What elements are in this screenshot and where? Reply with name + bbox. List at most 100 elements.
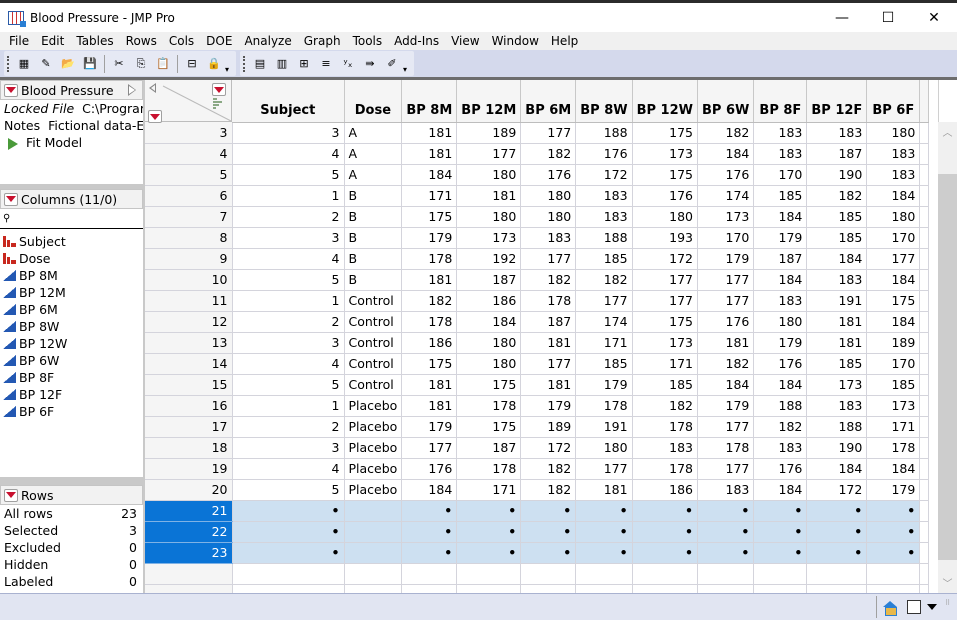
table-cell[interactable]: 185 [753,185,808,207]
table-cell[interactable]: 178 [632,458,699,480]
table-cell[interactable]: 184 [866,185,921,207]
menu-graph[interactable]: Graph [298,32,347,50]
column-list-item[interactable]: BP 12M [0,284,143,301]
table-cell[interactable]: 182 [520,458,577,480]
table-cell[interactable]: • [697,500,755,522]
table-cell[interactable]: 183 [806,269,868,291]
column-header[interactable]: BP 8F [753,80,808,123]
table-cell[interactable]: 178 [401,248,458,270]
menu-cols[interactable]: Cols [163,32,200,50]
row-number[interactable]: 17 [145,416,233,438]
table-cell[interactable]: 180 [866,206,921,228]
table-cell[interactable]: 181 [806,332,868,354]
table-cell[interactable]: 185 [575,353,633,375]
table-cell[interactable]: 2 [232,206,345,228]
scroll-down-icon[interactable]: ﹀ [938,575,957,591]
table-cell[interactable]: 177 [632,290,699,312]
table-cell[interactable]: • [806,542,868,564]
table-cell[interactable]: 175 [632,122,699,144]
table-cell[interactable]: 180 [575,437,633,459]
table-cell[interactable]: 183 [806,395,868,417]
table-cell[interactable]: • [520,521,577,543]
table-cell[interactable]: 192 [456,248,522,270]
table-row[interactable]: 6 1 B 171 181 180 183 176 174 185 182 184 [145,185,930,207]
table-cell[interactable]: 178 [575,395,633,417]
table-cell[interactable]: 177 [866,248,921,270]
table-row[interactable]: 15 5 Control 181 175 181 179 185 184 184 173 185 [145,374,930,396]
red-triangle-menu-icon[interactable] [4,192,18,206]
table-cell[interactable]: • [401,542,458,564]
close-button[interactable]: ✕ [911,3,957,32]
scroll-up-icon[interactable]: ︿ [938,124,957,140]
table-cell[interactable]: 178 [401,311,458,333]
table-cell[interactable]: 3 [232,227,345,249]
table-row[interactable]: 8 3 B 179 173 183 188 193 170 179 185 170 [145,227,930,249]
table-cell[interactable]: 189 [456,122,522,144]
toolbar-grip[interactable] [7,55,10,72]
menu-file[interactable]: File [3,32,35,50]
table-cell[interactable]: A [344,164,403,186]
table-cell[interactable]: 179 [520,395,577,417]
table-cell[interactable]: 182 [632,395,699,417]
column-stats-icon[interactable] [213,98,223,110]
table-cell[interactable]: 185 [806,227,868,249]
menu-help[interactable]: Help [545,32,584,50]
table-row[interactable]: 5 5 A 184 180 176 172 175 176 170 190 183 [145,164,930,186]
column-header[interactable]: BP 12M [456,80,522,123]
calculator-icon[interactable]: ▥ [273,55,291,73]
table-cell[interactable]: 184 [401,164,458,186]
table-cell[interactable]: 182 [806,185,868,207]
table-cell[interactable]: 183 [866,164,921,186]
table-cell[interactable]: 184 [456,311,522,333]
table-cell[interactable]: 182 [520,479,577,501]
toolbar-overflow-icon[interactable]: ▾ [225,65,233,74]
column-header[interactable]: BP 6W [697,80,755,123]
table-row[interactable]: 13 3 Control 186 180 181 171 173 181 179 181 189 [145,332,930,354]
table-cell[interactable]: 171 [456,479,522,501]
table-cell[interactable]: Placebo [344,395,403,417]
table-cell[interactable]: 189 [866,332,921,354]
table-cell[interactable]: 184 [866,458,921,480]
column-list-item[interactable]: BP 6M [0,301,143,318]
paste-icon[interactable]: 📋 [154,55,172,73]
table-cell[interactable]: 185 [866,374,921,396]
table-row[interactable]: 20 5 Placebo 184 171 182 181 186 183 184 172 179 [145,479,930,501]
table-row[interactable]: 17 2 Placebo 179 175 189 191 178 177 182 188 171 [145,416,930,438]
table-cell[interactable]: • [520,500,577,522]
stepper-icon[interactable]: ⊟ [183,55,201,73]
table-cell[interactable]: • [753,542,808,564]
table-cell[interactable]: • [632,542,699,564]
table-cell[interactable]: 182 [520,143,577,165]
table-cell[interactable]: 182 [575,269,633,291]
column-header[interactable]: BP 12W [632,80,699,123]
table-cell[interactable]: 184 [753,269,808,291]
table-cell[interactable]: 187 [456,437,522,459]
table-cell[interactable]: 175 [456,374,522,396]
table-cell[interactable]: 176 [753,353,808,375]
table-row[interactable]: 3 3 A 181 189 177 188 175 182 183 183 180 [145,122,930,144]
table-cell[interactable]: 183 [697,479,755,501]
table-cell[interactable]: 181 [520,374,577,396]
table-cell[interactable]: Placebo [344,479,403,501]
table-cell[interactable]: 183 [753,143,808,165]
table-cell[interactable]: 183 [866,143,921,165]
table-cell[interactable]: 184 [806,248,868,270]
table-cell[interactable]: 183 [575,206,633,228]
table-cell[interactable]: 180 [866,122,921,144]
table-cell[interactable]: 181 [520,332,577,354]
table-cell[interactable]: 183 [575,185,633,207]
resize-grip-icon[interactable]: ⠿ [945,600,957,613]
table-row[interactable]: 21 • • • • • • • • • • [145,500,930,522]
table-cell[interactable]: 173 [697,206,755,228]
columns-red-triangle-icon[interactable] [212,83,226,96]
table-cell[interactable]: 176 [697,311,755,333]
table-cell[interactable]: 179 [401,416,458,438]
table-cell[interactable]: Control [344,290,403,312]
table-row[interactable]: 4 4 A 181 177 182 176 173 184 183 187 183 [145,143,930,165]
table-cell[interactable]: 175 [866,290,921,312]
table-cell[interactable]: • [806,521,868,543]
menu-add-ins[interactable]: Add-Ins [388,32,445,50]
table-cell[interactable]: 184 [806,458,868,480]
row-number[interactable]: 15 [145,374,233,396]
table-cell[interactable]: • [697,521,755,543]
